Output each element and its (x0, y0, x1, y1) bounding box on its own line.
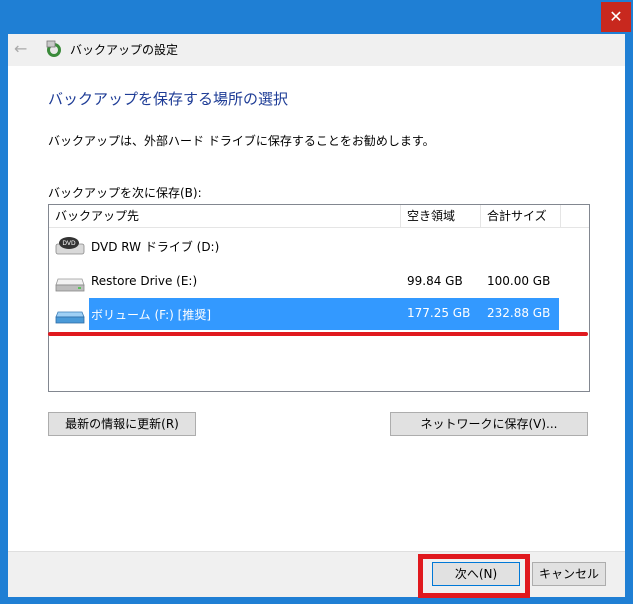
drive-name: ボリューム (F:) [推奨] (91, 308, 212, 322)
drive-name: Restore Drive (E:) (91, 274, 198, 288)
dvd-drive-icon: DVD (55, 237, 85, 255)
drive-free-space: 177.25 GB (407, 306, 471, 320)
destination-list-label: バックアップを次に保存(B): (48, 186, 202, 200)
page-heading: バックアップを保存する場所の選択 (48, 90, 289, 108)
content-area: バックアップを保存する場所の選択 バックアップは、外部ハード ドライブに保存する… (8, 66, 625, 551)
drive-free-space: 99.84 GB (407, 274, 463, 288)
next-button[interactable]: 次へ(N) (432, 562, 520, 586)
cancel-button[interactable]: キャンセル (532, 562, 606, 586)
column-header-destination[interactable]: バックアップ先 (49, 205, 401, 227)
back-arrow-icon[interactable]: ← (14, 39, 32, 59)
list-item[interactable]: DVD DVD RW ドライブ (D:) (49, 229, 589, 261)
svg-text:DVD: DVD (62, 240, 76, 247)
drive-name: DVD RW ドライブ (D:) (91, 240, 220, 254)
annotation-underline (48, 332, 588, 336)
column-header-free-space[interactable]: 空き領域 (401, 205, 481, 227)
drive-total-size: 100.00 GB (487, 274, 551, 288)
usb-drive-icon (55, 311, 85, 324)
list-item-selected[interactable]: ボリューム (F:) [推奨] 177.25 GB 232.88 GB (49, 297, 589, 330)
nav-row: ← バックアップの設定 (8, 34, 625, 66)
list-header: バックアップ先 空き領域 合計サイズ (49, 205, 589, 228)
footer: 次へ(N) キャンセル (8, 551, 625, 598)
page-description: バックアップは、外部ハード ドライブに保存することをお勧めします。 (48, 134, 435, 148)
backup-app-icon (46, 40, 61, 57)
refresh-button[interactable]: 最新の情報に更新(R) (48, 412, 196, 436)
window-title: バックアップの設定 (70, 43, 179, 57)
save-to-network-button[interactable]: ネットワークに保存(V)... (390, 412, 588, 436)
column-header-total-size[interactable]: 合計サイズ (481, 205, 561, 227)
hard-drive-icon (55, 278, 85, 292)
drive-total-size: 232.88 GB (487, 306, 551, 320)
list-item[interactable]: Restore Drive (E:) 99.84 GB 100.00 GB (49, 265, 589, 297)
destination-list[interactable]: バックアップ先 空き領域 合計サイズ DVD DVD RW ドライブ (D:) … (48, 204, 590, 392)
close-button[interactable]: ✕ (601, 2, 631, 32)
